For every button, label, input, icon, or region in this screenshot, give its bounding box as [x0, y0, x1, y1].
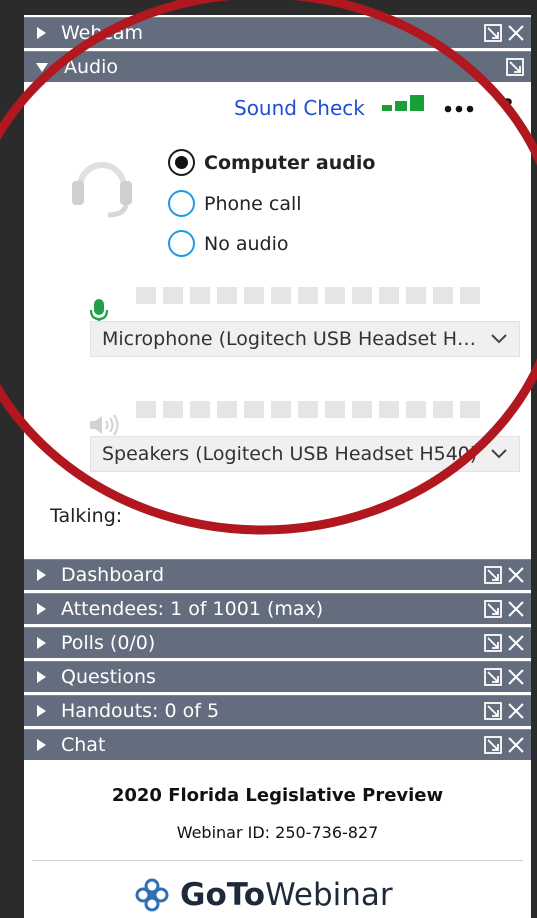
- webinar-title: 2020 Florida Legislative Preview: [111, 785, 444, 806]
- option-no-audio-label: No audio: [204, 232, 289, 255]
- expand-triangle-icon: [37, 739, 46, 751]
- popout-icon[interactable]: [483, 23, 503, 43]
- section-polls-label: Polls (0/0): [61, 632, 156, 654]
- option-computer-audio-label: Computer audio: [204, 151, 376, 174]
- close-icon[interactable]: [506, 565, 526, 585]
- speakers-select-value: Speakers (Logitech USB Headset H540): [102, 443, 478, 465]
- section-questions[interactable]: Questions: [24, 661, 531, 692]
- chevron-down-icon: [491, 449, 507, 459]
- expand-triangle-icon: [37, 637, 46, 649]
- footer-divider: [32, 860, 523, 861]
- brand-webinar: Webinar: [265, 877, 393, 913]
- popout-icon[interactable]: [483, 599, 503, 619]
- more-dots-icon: [444, 105, 474, 113]
- option-phone-call[interactable]: Phone call: [168, 190, 302, 217]
- talking-label: Talking:: [50, 505, 123, 527]
- radio-unselected[interactable]: [168, 230, 195, 257]
- expand-triangle-icon: [37, 603, 46, 615]
- popout-icon[interactable]: [483, 565, 503, 585]
- help-button[interactable]: ?: [502, 95, 513, 117]
- popout-icon[interactable]: [483, 701, 503, 721]
- popout-icon[interactable]: [483, 667, 503, 687]
- expand-triangle-icon: [37, 27, 46, 39]
- popout-icon[interactable]: [483, 735, 503, 755]
- speaker-icon: [90, 414, 119, 436]
- section-questions-label: Questions: [61, 666, 156, 688]
- more-options-button[interactable]: [444, 99, 474, 118]
- section-dashboard[interactable]: Dashboard: [24, 559, 531, 590]
- option-computer-audio[interactable]: Computer audio: [168, 149, 375, 176]
- radio-selected[interactable]: [168, 149, 195, 176]
- section-audio[interactable]: Audio: [24, 51, 531, 82]
- option-phone-call-label: Phone call: [204, 192, 302, 215]
- close-icon[interactable]: [506, 23, 526, 43]
- sound-check-link[interactable]: Sound Check: [234, 96, 365, 120]
- section-chat[interactable]: Chat: [24, 729, 531, 760]
- radio-unselected[interactable]: [168, 190, 195, 217]
- expand-triangle-icon: [37, 569, 46, 581]
- speakers-select[interactable]: Speakers (Logitech USB Headset H540): [90, 436, 520, 472]
- close-icon[interactable]: [506, 735, 526, 755]
- section-audio-label: Audio: [64, 56, 119, 78]
- microphone-select[interactable]: Microphone (Logitech USB Headset H540): [90, 321, 520, 357]
- section-webcam-label: Webcam: [61, 22, 144, 44]
- close-icon[interactable]: [506, 701, 526, 721]
- popout-icon[interactable]: [505, 57, 525, 77]
- close-icon[interactable]: [506, 667, 526, 687]
- section-dashboard-label: Dashboard: [61, 564, 165, 586]
- expand-triangle-icon: [37, 671, 46, 683]
- collapse-triangle-icon: [36, 62, 48, 72]
- option-no-audio[interactable]: No audio: [168, 230, 289, 257]
- expand-triangle-icon: [37, 705, 46, 717]
- close-icon[interactable]: [506, 633, 526, 653]
- microphone-select-value: Microphone (Logitech USB Headset H540): [102, 328, 479, 350]
- brand-goto: GoTo: [180, 877, 266, 913]
- signal-bars-icon: [382, 95, 424, 111]
- speaker-level-meter: [136, 401, 480, 418]
- section-polls[interactable]: Polls (0/0): [24, 627, 531, 658]
- section-attendees[interactable]: Attendees: 1 of 1001 (max): [24, 593, 531, 624]
- section-webcam[interactable]: Webcam: [24, 17, 531, 48]
- chevron-down-icon: [491, 334, 507, 344]
- webinar-id: Webinar ID: 250-736-827: [176, 823, 379, 842]
- section-attendees-label: Attendees: 1 of 1001 (max): [61, 598, 324, 620]
- close-icon[interactable]: [506, 599, 526, 619]
- popout-icon[interactable]: [483, 633, 503, 653]
- control-panel: Webcam Audio Sound Check ? Computer audi…: [24, 15, 531, 918]
- microphone-level-meter: [136, 287, 480, 304]
- gotowebinar-logo-icon: [135, 878, 169, 912]
- headset-icon: [72, 162, 132, 218]
- section-chat-label: Chat: [61, 734, 106, 756]
- section-handouts[interactable]: Handouts: 0 of 5: [24, 695, 531, 726]
- gotowebinar-logo: GoTo Webinar: [132, 875, 393, 915]
- section-handouts-label: Handouts: 0 of 5: [61, 700, 220, 722]
